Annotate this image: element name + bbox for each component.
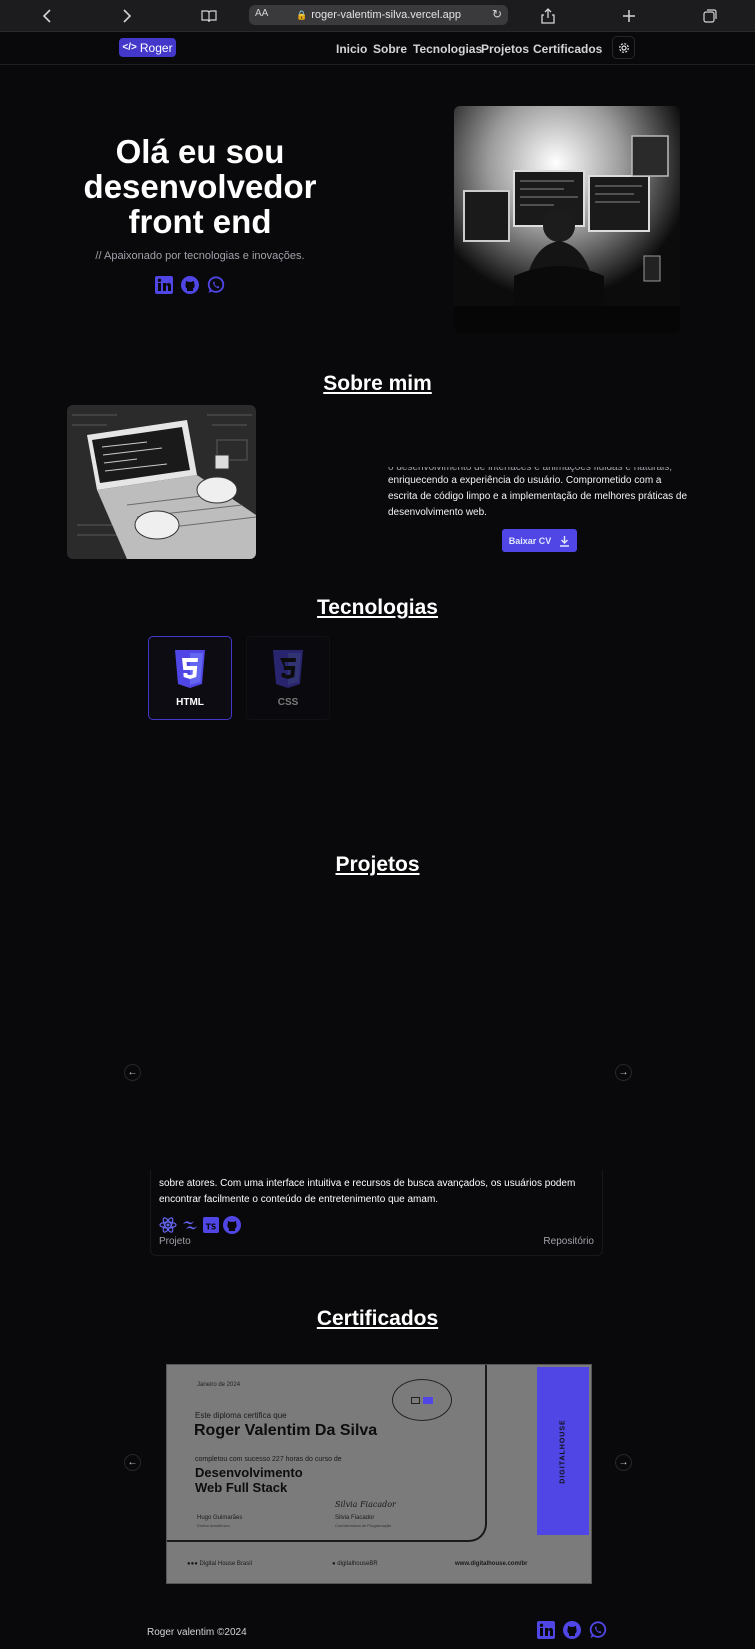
seal-color-mark-icon bbox=[423, 1396, 433, 1404]
tech-card-html[interactable]: HTML bbox=[148, 636, 232, 720]
signatory-1-role: Diretor Acadêmico bbox=[197, 1523, 230, 1528]
footer-copyright: Roger valentim ©2024 bbox=[147, 1627, 247, 1638]
certificate-course-line2: Web Full Stack bbox=[195, 1480, 288, 1495]
tech-label-html: HTML bbox=[176, 696, 204, 708]
seal-mark-icon bbox=[411, 1396, 420, 1404]
certificate-image: Janeiro de 2024 Este diploma certifica q… bbox=[166, 1364, 592, 1584]
certificate-signature-script: Silvia Fiacador bbox=[335, 1500, 396, 1509]
technologies-section-title: Tecnologias bbox=[317, 596, 438, 619]
certificate-footer-right: www.digitalhouse.com/br bbox=[455, 1561, 528, 1567]
download-cv-button[interactable]: Baixar CV bbox=[502, 529, 577, 552]
certificate-brand-text: DIGITALHOUSE bbox=[559, 1418, 567, 1484]
address-bar[interactable]: AA 🔒 roger-valentim-silva.vercel.app ↻ bbox=[249, 5, 508, 25]
whatsapp-icon[interactable] bbox=[207, 276, 225, 294]
projects-prev-button[interactable]: ← bbox=[124, 1064, 141, 1081]
nav-link-projetos[interactable]: Projetos bbox=[481, 42, 529, 56]
repository-link[interactable]: Repositório bbox=[543, 1236, 594, 1247]
site-navbar: </> Roger Inicio Sobre Tecnologias Proje… bbox=[0, 32, 755, 65]
certificate-intro: Este diploma certifica que bbox=[195, 1411, 287, 1420]
code-icon: </> bbox=[122, 42, 137, 53]
bookmarks-book-icon[interactable] bbox=[198, 5, 220, 27]
share-icon[interactable] bbox=[537, 5, 559, 27]
tech-label-css: CSS bbox=[277, 696, 299, 708]
github-icon bbox=[223, 1216, 241, 1234]
certificates-next-button[interactable]: → bbox=[615, 1454, 632, 1471]
github-icon[interactable] bbox=[563, 1621, 581, 1639]
hero-title: Olá eu sou desenvolvedor front end bbox=[83, 133, 317, 240]
linkedin-icon[interactable] bbox=[537, 1621, 555, 1639]
logo-button[interactable]: </> Roger bbox=[119, 38, 176, 57]
projects-next-button[interactable]: → bbox=[615, 1064, 632, 1081]
about-text-clipped: o desenvolvimento de interfaces e animaç… bbox=[388, 462, 673, 473]
github-icon[interactable] bbox=[181, 276, 199, 294]
project-card: sobre atores. Com uma interface intuitiv… bbox=[150, 1170, 603, 1256]
signatory-1-name: Hugo Guimarães bbox=[197, 1515, 243, 1521]
arrow-left-icon: ← bbox=[127, 1067, 138, 1078]
certificate-footer-left: ●●● Digital House Brasil bbox=[187, 1561, 252, 1567]
footer-social-links bbox=[537, 1621, 607, 1639]
arrow-right-icon: → bbox=[618, 1067, 629, 1078]
nav-link-certificados[interactable]: Certificados bbox=[533, 42, 602, 56]
arrow-right-icon: → bbox=[618, 1457, 629, 1468]
nav-link-tecnologias[interactable]: Tecnologias bbox=[413, 42, 482, 56]
tech-card-css[interactable]: CSS bbox=[246, 636, 330, 720]
download-icon bbox=[560, 535, 570, 547]
certificate-footer-mid-text: digitalhouseBR bbox=[337, 1561, 378, 1567]
html5-icon bbox=[175, 649, 205, 688]
css3-icon bbox=[273, 649, 303, 688]
forward-chevron-icon[interactable] bbox=[116, 5, 138, 27]
about-description: o desenvolvimento de interfaces e animaç… bbox=[388, 467, 693, 521]
certificate-name: Roger Valentim Da Silva bbox=[194, 1422, 378, 1439]
project-description: sobre atores. Com uma interface intuitiv… bbox=[159, 1178, 576, 1205]
certificates-section-title: Certificados bbox=[316, 1307, 439, 1330]
react-icon bbox=[159, 1217, 177, 1233]
certificate-seal bbox=[392, 1379, 452, 1421]
browser-toolbar: AA 🔒 roger-valentim-silva.vercel.app ↻ bbox=[0, 0, 755, 32]
projects-section-title: Projetos bbox=[335, 853, 420, 876]
back-chevron-icon[interactable] bbox=[36, 5, 58, 27]
typescript-icon: TS bbox=[203, 1217, 219, 1233]
url-text: roger-valentim-silva.vercel.app bbox=[311, 9, 461, 21]
gear-icon bbox=[618, 42, 629, 53]
hero-subtitle: // Apaixonado por tecnologias e inovaçõe… bbox=[95, 250, 305, 262]
certificate-course-line1: Desenvolvimento bbox=[195, 1465, 303, 1480]
nav-link-inicio[interactable]: Inicio bbox=[336, 42, 367, 56]
lock-icon: 🔒 bbox=[296, 9, 308, 20]
certificate-brand-stripe: DIGITALHOUSE bbox=[537, 1367, 589, 1535]
signatory-2-role: Coordenadora de Programação bbox=[335, 1523, 392, 1528]
arrow-left-icon: ← bbox=[127, 1457, 138, 1468]
linkedin-icon[interactable] bbox=[155, 276, 173, 294]
certificate-footer-mid: ● digitalhouseBR bbox=[332, 1561, 378, 1567]
reload-icon[interactable]: ↻ bbox=[492, 7, 502, 21]
cv-button-label: Baixar CV bbox=[508, 535, 552, 546]
nav-link-sobre[interactable]: Sobre bbox=[373, 42, 407, 56]
certificate-completion: completou com sucesso 227 horas do curso… bbox=[195, 1456, 342, 1463]
project-link[interactable]: Projeto bbox=[159, 1236, 191, 1247]
settings-button[interactable] bbox=[612, 36, 635, 59]
signatory-2-name: Silvia Fiacador bbox=[335, 1515, 375, 1521]
about-text-body: enriquecendo a experiência do usuário. C… bbox=[388, 475, 688, 518]
whatsapp-icon[interactable] bbox=[589, 1621, 607, 1639]
certificates-prev-button[interactable]: ← bbox=[124, 1454, 141, 1471]
about-section-title: Sobre mim bbox=[323, 372, 432, 395]
new-tab-plus-icon[interactable] bbox=[618, 5, 640, 27]
about-illustration bbox=[67, 405, 256, 559]
tailwind-icon bbox=[183, 1221, 197, 1230]
certificate-date: Janeiro de 2024 bbox=[197, 1382, 241, 1388]
logo-label: Roger bbox=[139, 40, 173, 55]
certificate-footer-left-text: Digital House Brasil bbox=[199, 1561, 252, 1567]
svg-text:TS: TS bbox=[206, 1223, 217, 1232]
hero-social-links bbox=[155, 276, 225, 294]
tabs-overview-icon[interactable] bbox=[699, 5, 721, 27]
project-stack-icons: TS bbox=[159, 1216, 241, 1234]
text-size-button[interactable]: AA bbox=[255, 8, 268, 19]
hero-illustration bbox=[454, 106, 680, 333]
